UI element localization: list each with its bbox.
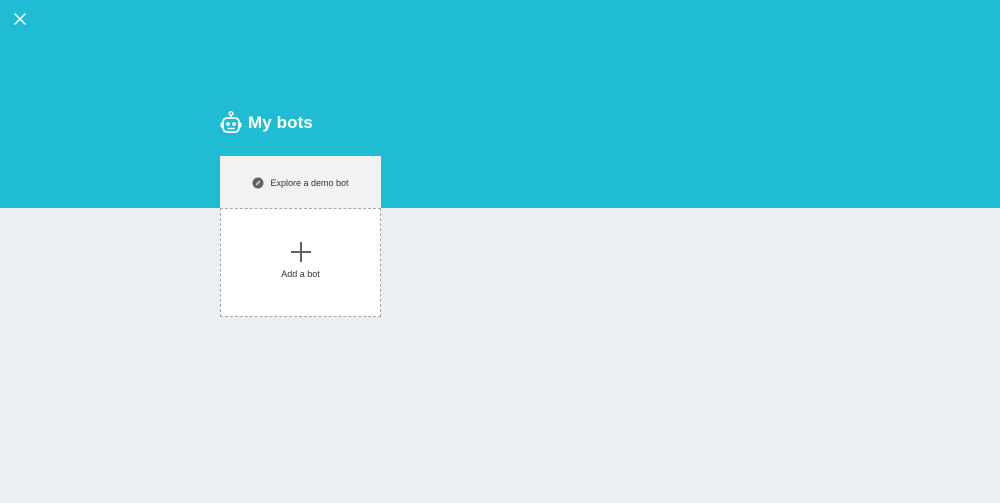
page-title-row: My bots: [220, 109, 313, 137]
explore-demo-bot-label: Explore a demo bot: [270, 177, 349, 188]
robot-icon: [220, 111, 242, 135]
add-bot-label: Add a bot: [281, 269, 320, 279]
explore-demo-bot-button[interactable]: Explore a demo bot: [220, 156, 381, 209]
header-banner: My bots: [0, 0, 1000, 208]
page-title: My bots: [248, 113, 313, 132]
add-bot-button[interactable]: Add a bot: [220, 208, 381, 317]
close-icon: [14, 13, 26, 25]
compass-icon: [252, 177, 264, 189]
close-button[interactable]: [10, 9, 30, 29]
plus-icon: [291, 242, 311, 262]
